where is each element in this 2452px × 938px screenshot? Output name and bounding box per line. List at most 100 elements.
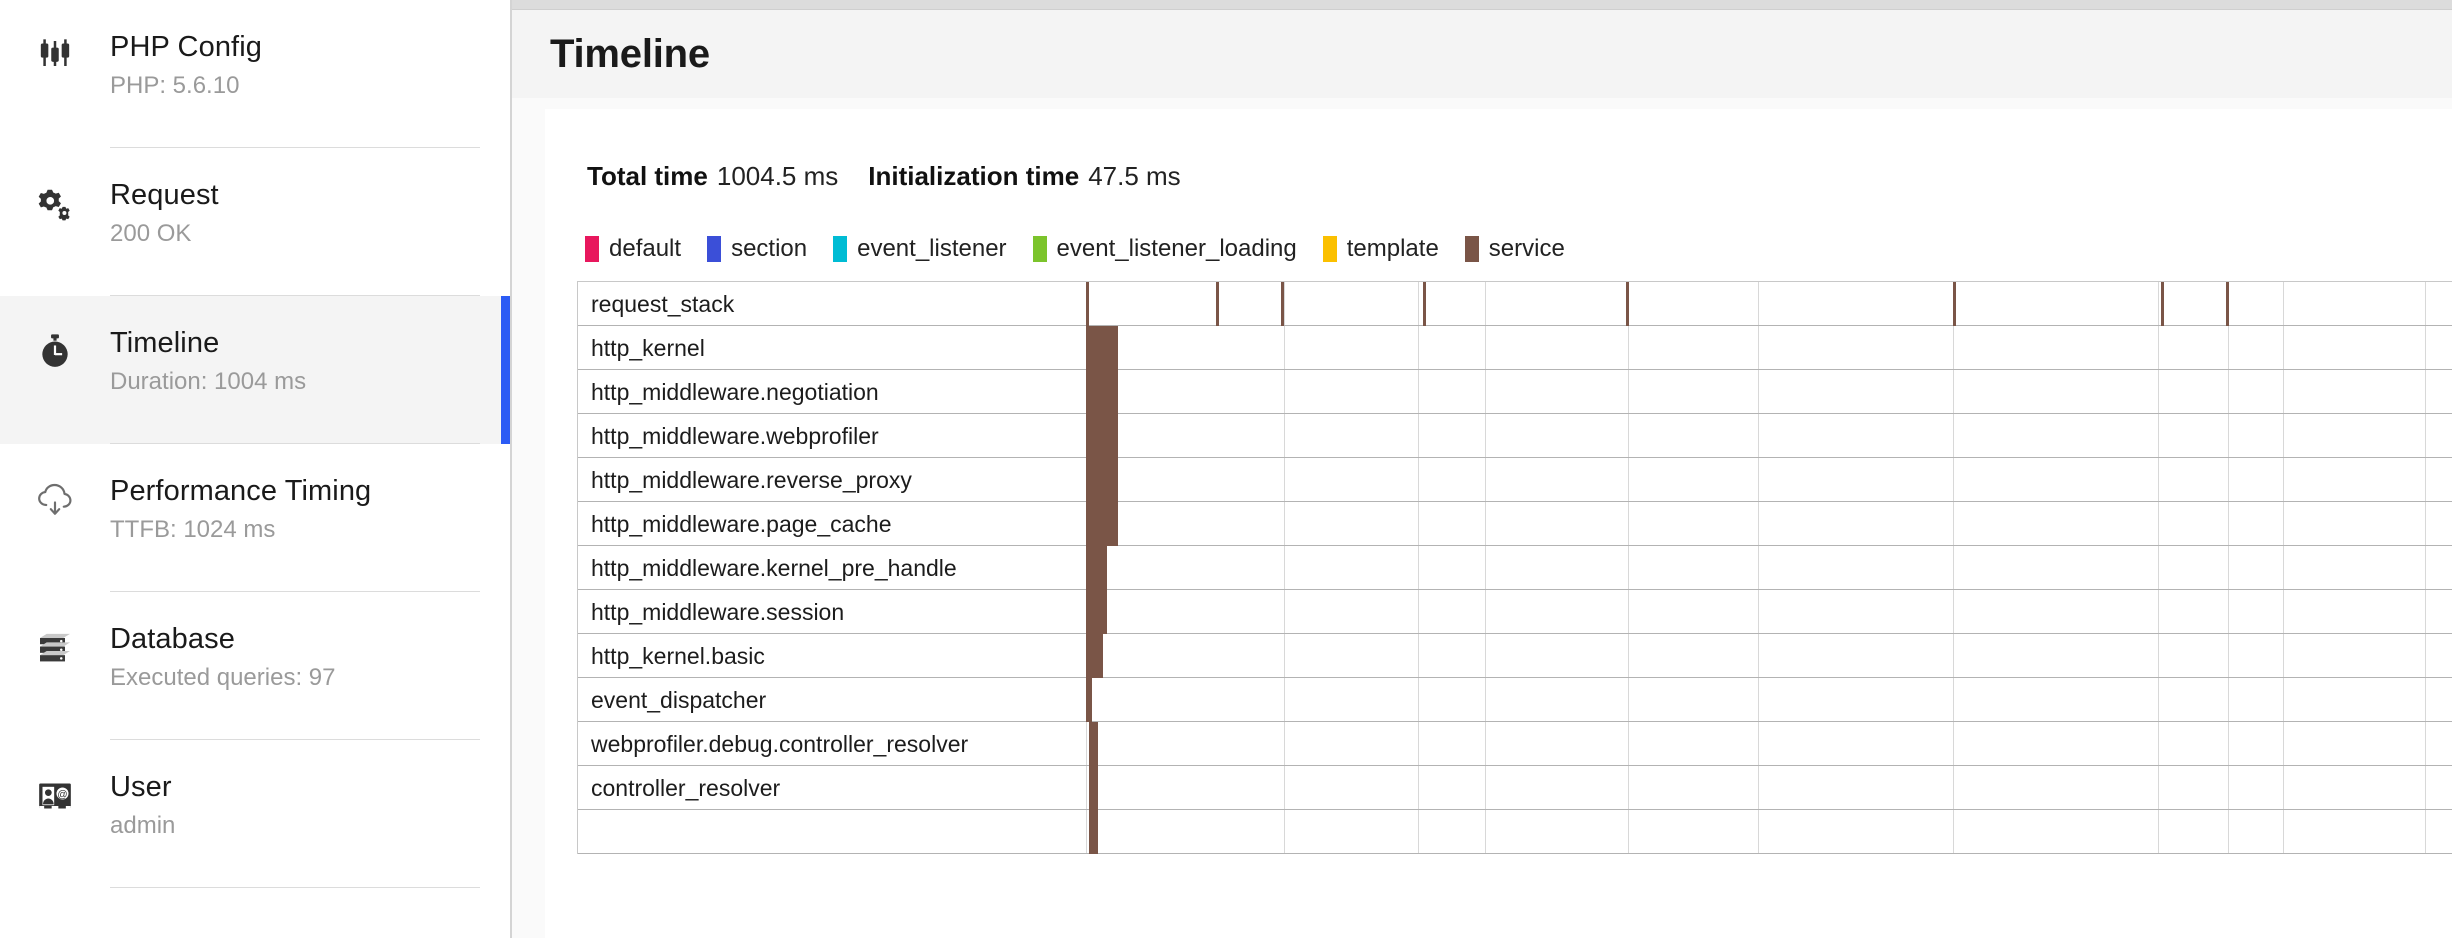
sidebar-item-body: Request 200 OK (110, 178, 510, 296)
timeline-row[interactable]: event_dispatcher (578, 678, 2452, 722)
timeline-bar[interactable] (1086, 458, 1118, 502)
timeline-row[interactable]: request_stack (578, 282, 2452, 326)
legend-item-template[interactable]: template (1323, 235, 1439, 263)
timeline-bar[interactable] (1086, 590, 1107, 634)
timeline-row[interactable]: http_middleware.kernel_pre_handle (578, 546, 2452, 590)
timeline-bar[interactable] (1423, 282, 1426, 326)
legend-label: section (731, 235, 807, 263)
legend-swatch (1465, 236, 1479, 262)
timeline-bar[interactable] (2226, 282, 2229, 326)
timeline-row[interactable]: http_middleware.reverse_proxy (578, 458, 2452, 502)
sidebar-item-subtitle: Executed queries: 97 (110, 664, 480, 692)
sidebar-item-subtitle: TTFB: 1024 ms (110, 516, 480, 544)
timeline-bar[interactable] (1086, 326, 1118, 370)
timeline-bar[interactable] (1086, 282, 1089, 326)
legend-item-event_listener[interactable]: event_listener (833, 235, 1006, 263)
legend-item-service[interactable]: service (1465, 235, 1565, 263)
main-topbar (512, 0, 2452, 10)
stopwatch-icon (0, 326, 110, 370)
legend-label: template (1347, 235, 1439, 263)
sidebar-item-user[interactable]: @ Useradmin (0, 740, 510, 888)
summary-metric: Total time1004.5 ms (587, 161, 838, 191)
summary-metrics: Total time1004.5 ms Initialization time 47… (545, 109, 2452, 191)
summary-metric-label: Total time (587, 161, 708, 191)
legend-item-default[interactable]: default (585, 235, 681, 263)
sidebar-item-label: Database (110, 622, 480, 656)
legend-label: event_listener (857, 235, 1006, 263)
timeline-row-label: http_kernel.basic (591, 634, 765, 678)
sidebar-item-body: TimelineDuration: 1004 ms (110, 326, 510, 444)
summary-metric: Initialization time 47.5 ms (868, 161, 1180, 191)
timeline-chart[interactable]: request_stackhttp_kernelhttp_middleware.… (577, 281, 2452, 854)
legend-swatch (1323, 236, 1337, 262)
timeline-panel: Total time1004.5 ms Initialization time 47… (545, 109, 2452, 938)
timeline-bar[interactable] (1086, 634, 1103, 678)
timeline-row[interactable]: webprofiler.debug.controller_resolver (578, 722, 2452, 766)
sidebar-item-performance-timing[interactable]: Performance TimingTTFB: 1024 ms (0, 444, 510, 592)
timeline-row-label: http_middleware.page_cache (591, 502, 891, 546)
legend-item-section[interactable]: section (707, 235, 807, 263)
timeline-row-label: webprofiler.debug.controller_resolver (591, 722, 968, 766)
timeline-row[interactable] (578, 810, 2452, 854)
sidebar-item-subtitle: admin (110, 812, 480, 840)
timeline-bar[interactable] (1086, 678, 1092, 722)
timeline-row-label: http_middleware.session (591, 590, 844, 634)
sidebar-item-php-config[interactable]: PHP Config PHP: 5.6.10 (0, 0, 510, 148)
sidebar-item-label: PHP Config (110, 30, 480, 64)
timeline-bar[interactable] (1086, 414, 1118, 458)
sidebar-item-body: Useradmin (110, 770, 510, 888)
cloud-download-icon (0, 474, 110, 520)
page-header: Timeline (512, 10, 2452, 98)
timeline-row[interactable]: http_kernel (578, 326, 2452, 370)
php-config-icon (0, 30, 110, 76)
sidebar-item-label: Request (110, 178, 480, 212)
user-card-icon: @ (0, 770, 110, 816)
main-content: Timeline Total time1004.5 ms Initializati… (512, 0, 2452, 938)
summary-metric-value: 47.5 ms (1088, 161, 1181, 191)
timeline-bar[interactable] (2161, 282, 2164, 326)
legend-label: event_listener_loading (1057, 235, 1297, 263)
timeline-bar[interactable] (1086, 370, 1118, 414)
timeline-bar[interactable] (1086, 546, 1107, 590)
timeline-row[interactable]: controller_resolver (578, 766, 2452, 810)
legend-swatch (833, 236, 847, 262)
timeline-bar[interactable] (1281, 282, 1284, 326)
timeline-bar[interactable] (1953, 282, 1956, 326)
sidebar-item-divider (110, 887, 480, 888)
sidebar: PHP Config PHP: 5.6.10 Request 200 OK Timeli… (0, 0, 512, 938)
timeline-row-label: http_middleware.webprofiler (591, 414, 879, 458)
timeline-row-label: http_middleware.kernel_pre_handle (591, 546, 957, 590)
legend-item-event_listener_loading[interactable]: event_listener_loading (1033, 235, 1297, 263)
timeline-bar[interactable] (1089, 766, 1098, 810)
sidebar-item-request[interactable]: Request 200 OK (0, 148, 510, 296)
timeline-bar[interactable] (1086, 502, 1118, 546)
timeline-row[interactable]: http_middleware.webprofiler (578, 414, 2452, 458)
gears-icon (0, 178, 110, 224)
timeline-row-label: http_middleware.reverse_proxy (591, 458, 912, 502)
webprofiler-timeline-page: PHP Config PHP: 5.6.10 Request 200 OK Timeli… (0, 0, 2452, 938)
timeline-bar[interactable] (1089, 722, 1098, 766)
sidebar-item-timeline[interactable]: TimelineDuration: 1004 ms (0, 296, 510, 444)
timeline-row[interactable]: http_middleware.page_cache (578, 502, 2452, 546)
page-title: Timeline (550, 31, 710, 77)
sidebar-item-body: Performance TimingTTFB: 1024 ms (110, 474, 510, 592)
timeline-row-label: http_kernel (591, 326, 705, 370)
sidebar-item-body: PHP Config PHP: 5.6.10 (110, 30, 510, 148)
timeline-row[interactable]: http_kernel.basic (578, 634, 2452, 678)
legend-label: service (1489, 235, 1565, 263)
sidebar-item-subtitle: 200 OK (110, 220, 480, 248)
sidebar-item-database[interactable]: Database Executed queries: 97 (0, 592, 510, 740)
timeline-bar[interactable] (1626, 282, 1629, 326)
sidebar-item-subtitle: PHP: 5.6.10 (110, 72, 480, 100)
timeline-bar[interactable] (1216, 282, 1219, 326)
timeline-row[interactable]: http_middleware.negotiation (578, 370, 2452, 414)
summary-metric-label: Initialization time (868, 161, 1079, 191)
legend-label: default (609, 235, 681, 263)
svg-text:@: @ (57, 789, 67, 800)
legend-swatch (585, 236, 599, 262)
timeline-row-label: request_stack (591, 282, 734, 326)
timeline-bar[interactable] (1089, 810, 1098, 854)
sidebar-item-subtitle: Duration: 1004 ms (110, 368, 480, 396)
timeline-row[interactable]: http_middleware.session (578, 590, 2452, 634)
legend-swatch (1033, 236, 1047, 262)
